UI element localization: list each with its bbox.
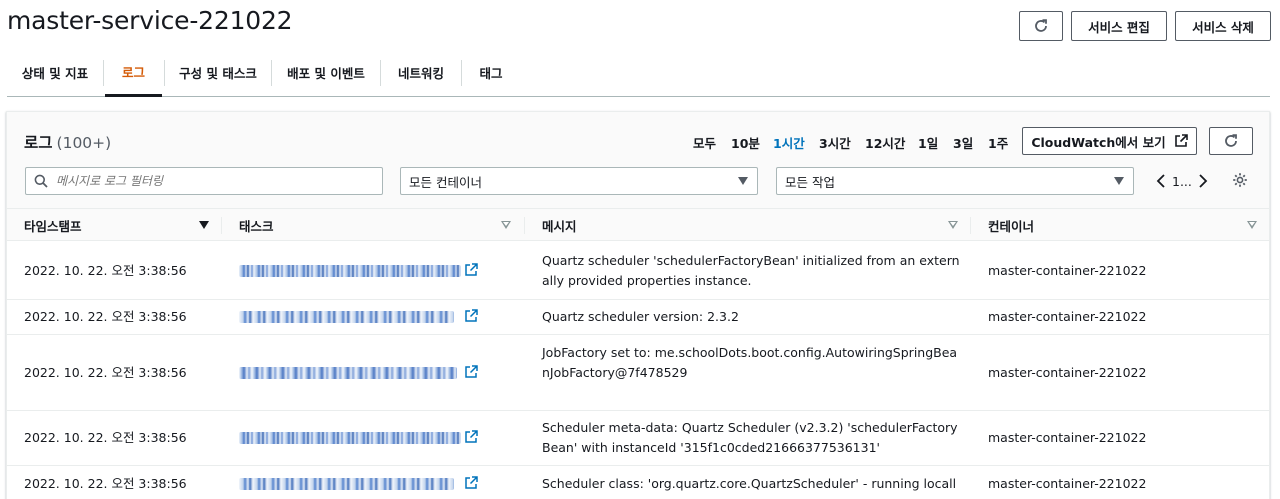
redacted-task-id [239,367,457,379]
row-timestamp: 2022. 10. 22. 오전 3:38:56 [24,365,187,380]
chevron-left-icon[interactable] [1156,174,1166,188]
external-link-icon[interactable] [464,309,478,323]
redacted-task-id [239,265,461,277]
delete-service-button[interactable]: 서비스 삭제 [1175,11,1271,41]
external-link-icon[interactable] [464,476,478,490]
sort-icon[interactable] [1247,221,1257,229]
row-container: master-container-221022 [988,263,1147,278]
tab-health-metrics[interactable]: 상태 및 지표 [7,48,103,96]
redacted-task-id [239,311,454,323]
container-select[interactable]: 모든 컨테이너 [400,167,758,195]
redacted-task-id [239,478,454,490]
refresh-button[interactable] [1019,11,1063,41]
external-link-icon[interactable] [464,430,478,444]
search-icon [34,174,48,188]
table-row: 2022. 10. 22. 오전 3:38:56 Scheduler class… [7,466,1269,499]
refresh-icon [1035,19,1047,32]
row-timestamp: 2022. 10. 22. 오전 3:38:56 [24,430,187,445]
table-row: 2022. 10. 22. 오전 3:38:56 Scheduler meta-… [7,411,1269,466]
sort-icon[interactable] [501,221,511,229]
gear-icon[interactable] [1232,172,1248,188]
task-select-value: 모든 작업 [785,174,835,190]
row-container: master-container-221022 [988,365,1147,380]
range-3h[interactable]: 3시간 [819,133,851,152]
range-3d[interactable]: 3일 [953,133,973,152]
tab-networking[interactable]: 네트워킹 [381,48,461,96]
logs-heading: 로그 (100+) [24,131,111,153]
logs-table-header: 타임스탬프 태스크 메시지 컨테이너 [7,208,1269,241]
row-timestamp: 2022. 10. 22. 오전 3:38:56 [24,476,187,491]
page-indicator[interactable]: 1... [1172,174,1192,189]
external-link-icon[interactable] [464,263,478,277]
tab-tags[interactable]: 태그 [462,48,520,96]
row-message: JobFactory set to: me.schoolDots.boot.co… [542,345,958,380]
view-in-cloudwatch-button[interactable]: CloudWatch에서 보기 [1022,127,1197,155]
table-row: 2022. 10. 22. 오전 3:38:56 Quartz schedule… [7,300,1269,335]
sort-desc-icon[interactable] [199,221,209,229]
edit-service-button[interactable]: 서비스 편집 [1071,11,1167,41]
row-container: master-container-221022 [988,430,1147,445]
row-task[interactable] [239,307,478,327]
column-timestamp[interactable]: 타임스탬프 [24,209,82,242]
log-filter-field[interactable] [25,167,383,195]
range-1w[interactable]: 1주 [988,133,1008,152]
table-row: 2022. 10. 22. 오전 3:38:56 JobFactory set … [7,335,1269,411]
redacted-task-id [239,432,461,444]
column-message[interactable]: 메시지 [542,209,577,242]
row-task[interactable] [239,428,478,448]
row-timestamp: 2022. 10. 22. 오전 3:38:56 [24,309,187,324]
row-message: Scheduler meta-data: Quartz Scheduler (v… [542,420,958,455]
tab-logs[interactable]: 로그 [105,48,162,97]
caret-down-icon [738,177,748,185]
chevron-right-icon[interactable] [1198,174,1208,188]
row-task[interactable] [239,363,478,383]
refresh-icon [1225,134,1237,147]
tab-config-tasks[interactable]: 구성 및 태스크 [165,48,271,96]
container-select-value: 모든 컨테이너 [409,174,482,190]
row-message: Quartz scheduler version: 2.3.2 [542,309,739,324]
logs-panel: 로그 (100+) 모두 10분 1시간 3시간 12시간 1일 3일 1주 Cl… [6,111,1270,499]
tab-bar: 상태 및 지표 로그 구성 및 태스크 배포 및 이벤트 네트워킹 태그 [7,48,1270,97]
logs-count: (100+) [56,134,112,152]
table-row: 2022. 10. 22. 오전 3:38:56 Quartz schedule… [7,242,1269,300]
logs-title: 로그 [24,134,53,152]
range-all[interactable]: 모두 [693,133,716,152]
column-task[interactable]: 태스크 [239,209,274,242]
range-1d[interactable]: 1일 [918,133,938,152]
log-filter-input[interactable] [56,174,356,188]
pagination: 1... [1156,170,1216,192]
external-link-icon [1174,134,1188,147]
external-link-icon[interactable] [464,365,478,379]
sort-icon[interactable] [948,221,958,229]
tab-deployments-events[interactable]: 배포 및 이벤트 [272,48,380,96]
range-10m[interactable]: 10분 [731,133,760,152]
cloudwatch-label: CloudWatch에서 보기 [1031,134,1166,150]
row-container: master-container-221022 [988,476,1147,491]
row-timestamp: 2022. 10. 22. 오전 3:38:56 [24,263,187,278]
column-container[interactable]: 컨테이너 [988,209,1034,242]
range-12h[interactable]: 12시간 [865,133,905,152]
row-task[interactable] [239,474,478,494]
row-message: Quartz scheduler 'schedulerFactoryBean' … [542,253,960,288]
row-message: Scheduler class: 'org.quartz.core.Quartz… [542,476,957,499]
range-1h[interactable]: 1시간 [773,133,805,152]
logs-refresh-button[interactable] [1209,127,1253,155]
caret-down-icon [1114,177,1124,185]
row-task[interactable] [239,261,478,281]
row-container: master-container-221022 [988,309,1147,324]
page-title: master-service-221022 [7,6,293,35]
task-select[interactable]: 모든 작업 [776,167,1134,195]
